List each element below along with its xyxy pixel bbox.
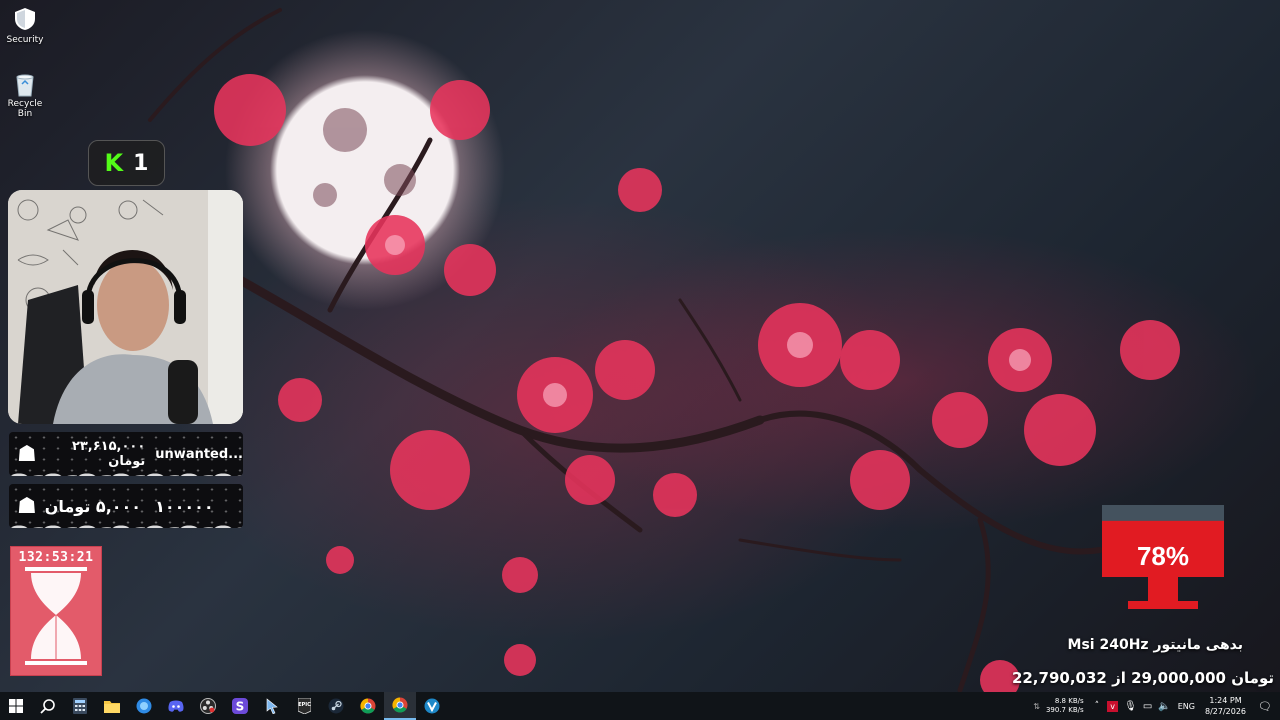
webcam-person-image [8, 190, 243, 424]
taskbar-app-steam[interactable] [320, 692, 352, 720]
clock-date: 8/27/2026 [1205, 707, 1247, 716]
s-app-icon: S [232, 698, 248, 714]
recycle-bin-icon [12, 70, 38, 97]
desktop-icon-security[interactable]: Security [2, 6, 48, 45]
shield-icon [12, 6, 38, 32]
clock-time: 1:24 PM [1209, 696, 1242, 705]
antivirus-icon[interactable]: v [1107, 700, 1119, 712]
search-button[interactable] [32, 692, 64, 720]
chrome-icon [360, 698, 376, 714]
desktop-icon-label: Security [6, 35, 44, 45]
steam-icon [328, 698, 344, 714]
donation-goal-widget: 78% [1100, 505, 1226, 619]
goal-separator: از [1112, 669, 1126, 687]
system-tray: ⇅ 8.8 KB/s 390.7 KB/s ˄ v 🎙 ▭ 🔈 ENG 1:24… [1033, 692, 1280, 720]
calculator-icon [73, 698, 87, 714]
goal-title: Msi 240Hz بدهی مانیتور [1067, 637, 1243, 653]
cursor-icon [266, 698, 278, 714]
kick-viewer-badge: K 1 [88, 140, 165, 186]
notifications-icon[interactable]: 🗨 [1258, 700, 1272, 713]
subathon-timer: 132:53:21 [10, 546, 102, 676]
search-icon [40, 699, 55, 714]
download-speed: 390.7 KB/s [1045, 706, 1084, 714]
language-indicator[interactable]: ENG [1178, 702, 1195, 711]
taskbar-app-chrome[interactable] [352, 692, 384, 720]
taskbar-app-discord[interactable] [160, 692, 192, 720]
taskbar-app-obs[interactable] [192, 692, 224, 720]
goal-amount: تومان 29,000,000 از 22,790,032 [1012, 669, 1274, 687]
webcam-feed [8, 190, 243, 424]
donation-amount: ۵,۰۰۰ تومان [44, 496, 142, 516]
donor-name: unwanted... [155, 446, 243, 462]
network-speed: 8.8 KB/s 390.7 KB/s [1046, 697, 1084, 715]
taskbar-app-v-app[interactable] [416, 692, 448, 720]
start-button[interactable] [0, 692, 32, 720]
timer-value: 132:53:21 [18, 550, 94, 565]
hourglass-icon [25, 567, 87, 665]
taskbar-app-cursor-tool[interactable] [256, 692, 288, 720]
network-arrows-icon: ⇅ [1033, 701, 1040, 711]
v-app-icon [424, 698, 440, 714]
network-icon[interactable]: ▭ [1143, 701, 1152, 712]
donation-alert: ☗ ۲۳,۶۱۵,۰۰۰ تومان unwanted... [9, 432, 243, 476]
clock[interactable]: 1:24 PM 8/27/2026 [1205, 695, 1246, 717]
goal-target: 29,000,000 [1131, 669, 1226, 687]
kick-logo-icon: K [104, 149, 124, 177]
donation-alert: ☗ ۵,۰۰۰ تومان ۱۰۰۰۰۰ [9, 484, 243, 528]
epic-games-icon: EPIC [297, 698, 311, 714]
taskbar-app-epic-games[interactable]: EPIC [288, 692, 320, 720]
ghost-icon: ☗ [17, 441, 37, 467]
discord-icon [168, 700, 184, 712]
folder-icon [104, 701, 120, 713]
kick-viewer-count: 1 [133, 150, 149, 176]
monitor-icon: 78% [1102, 505, 1224, 609]
volume-icon[interactable]: 🔈 [1158, 701, 1170, 712]
goal-current: 22,790,032 [1011, 669, 1107, 687]
show-hidden-icons-chevron-icon[interactable]: ˄ [1095, 701, 1100, 711]
windows-start-icon [9, 699, 23, 713]
goal-currency: تومان [1231, 669, 1274, 687]
goal-percent: 78% [1137, 541, 1189, 571]
taskbar-app-file-explorer[interactable] [96, 692, 128, 720]
blue-app-icon [136, 698, 152, 714]
svg-text:EPIC: EPIC [298, 702, 311, 708]
chrome-icon [392, 697, 408, 713]
svg-text:S: S [236, 700, 245, 714]
donation-amount: ۲۳,۶۱۵,۰۰۰ تومان [71, 439, 146, 469]
taskbar-app-calculator[interactable] [64, 692, 96, 720]
taskbar-app-skype[interactable]: S [224, 692, 256, 720]
desktop-icon-recycle-bin[interactable]: Recycle Bin [2, 70, 48, 119]
taskbar-app-chrome-2[interactable] [384, 692, 416, 720]
donor-name: ۱۰۰۰۰۰ [155, 496, 214, 516]
upload-speed: 8.8 KB/s [1054, 697, 1084, 705]
taskbar: S EPIC ⇅ 8.8 KB/s 390.7 KB/s ˄ v 🎙 ▭ 🔈 E… [0, 692, 1280, 720]
obs-icon [200, 698, 216, 714]
ghost-icon: ☗ [17, 493, 37, 519]
desktop-icon-label: Recycle Bin [7, 99, 43, 119]
taskbar-app-edge-app[interactable] [128, 692, 160, 720]
microphone-icon[interactable]: 🎙 [1124, 701, 1137, 712]
